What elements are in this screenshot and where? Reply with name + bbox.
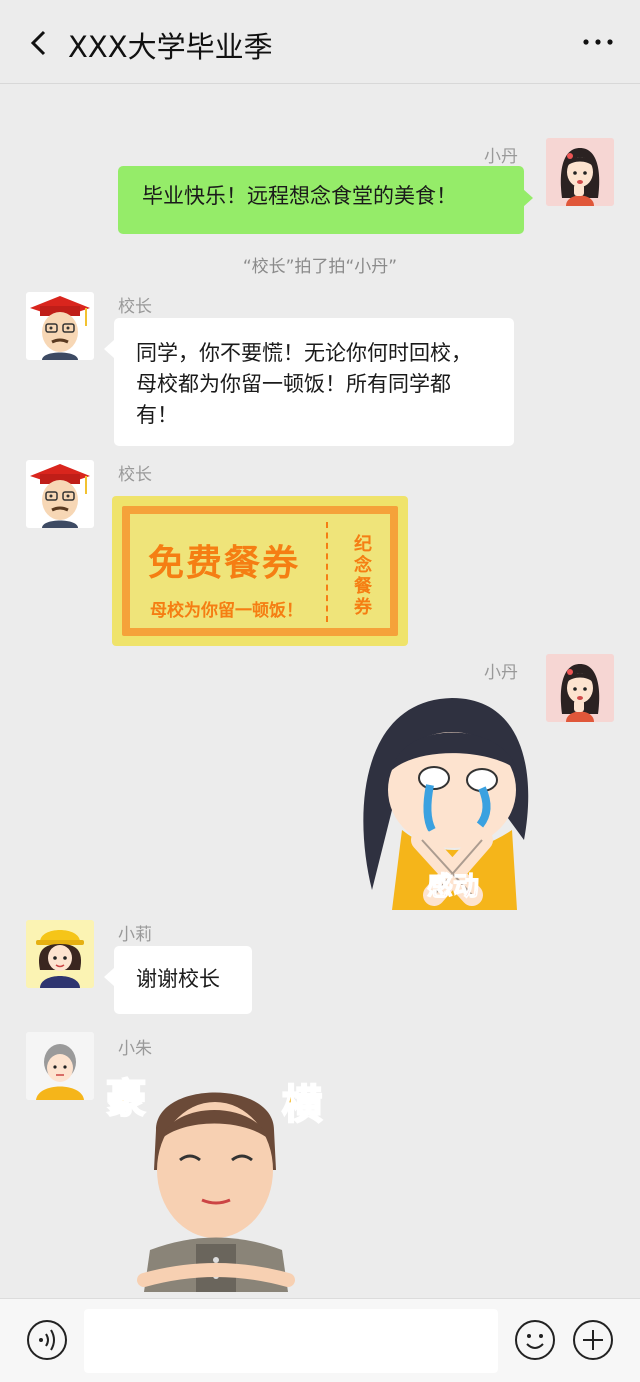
chevron-left-icon[interactable] — [26, 28, 54, 58]
sender-name: 校长 — [118, 465, 152, 485]
avatar-xiaodan[interactable] — [546, 654, 614, 722]
voice-icon[interactable] — [26, 1319, 68, 1361]
coupon-side-char: 纪 — [354, 534, 372, 555]
message-bubble-mine[interactable]: 毕业快乐！远程想念食堂的美食！ — [118, 166, 524, 234]
coupon-side-char: 念 — [354, 555, 372, 576]
message-line: 同学，你不要慌！无论你何时回校， — [136, 341, 472, 365]
girl-yellow-hat-avatar-icon — [26, 920, 94, 988]
coupon-face: 免费餐券 母校为你留一顿饭！ 纪 念 餐 券 — [130, 514, 390, 628]
boy-avatar-icon — [26, 1032, 94, 1100]
coupon-side-label: 纪 念 餐 券 — [352, 534, 374, 618]
principal-avatar-icon — [26, 460, 94, 528]
chat-header: XXX大学毕业季 — [0, 0, 640, 84]
message-input[interactable] — [84, 1309, 498, 1373]
message-bubble-other[interactable]: 谢谢校长 — [114, 946, 252, 1014]
avatar-xiaoli[interactable] — [26, 920, 94, 988]
avatar-principal[interactable] — [26, 292, 94, 360]
more-dots-icon[interactable] — [580, 30, 616, 54]
input-bar — [0, 1298, 640, 1382]
sticker-bold[interactable]: 豪 横 — [104, 1060, 334, 1292]
meal-coupon[interactable]: 免费餐券 母校为你留一顿饭！ 纪 念 餐 券 — [112, 496, 408, 646]
emoji-icon[interactable] — [514, 1319, 556, 1361]
avatar-principal[interactable] — [26, 460, 94, 528]
system-message: “校长”拍了拍“小丹” — [242, 257, 398, 277]
sticker-touched[interactable]: 感动 — [352, 690, 532, 910]
avatar-xiaozhu[interactable] — [26, 1032, 94, 1100]
crying-girl-icon: 感动 — [363, 698, 529, 910]
avatar-xiaodan[interactable] — [546, 138, 614, 206]
sticker-text: 感动 — [427, 872, 479, 902]
coupon-title: 免费餐券 — [148, 543, 301, 584]
message-bubble-other[interactable]: 同学，你不要慌！无论你何时回校， 母校都为你留一顿饭！所有同学都 有！ — [114, 318, 514, 446]
coupon-side-char: 餐 — [354, 576, 372, 597]
sender-name: 小丹 — [484, 663, 518, 683]
message-line: 母校都为你留一顿饭！所有同学都 — [136, 372, 451, 396]
sticker-text: 豪 — [106, 1076, 146, 1122]
bubble-tail — [523, 189, 533, 207]
coupon-subtitle: 母校为你留一顿饭！ — [150, 601, 303, 621]
plus-icon[interactable] — [572, 1319, 614, 1361]
proud-boy-icon: 豪 横 — [105, 1075, 323, 1292]
sender-name: 校长 — [118, 297, 152, 317]
principal-avatar-icon — [26, 292, 94, 360]
girl-avatar-icon — [546, 138, 614, 206]
sender-name: 小莉 — [118, 925, 152, 945]
message-line: 有！ — [136, 403, 178, 427]
coupon-divider — [326, 522, 328, 622]
coupon-side-char: 券 — [354, 597, 372, 618]
sticker-text: 横 — [282, 1082, 322, 1128]
chat-title: XXX大学毕业季 — [68, 30, 273, 64]
girl-avatar-icon — [546, 654, 614, 722]
bubble-tail — [104, 340, 114, 358]
bubble-tail — [104, 968, 114, 986]
sender-name: 小朱 — [118, 1039, 152, 1059]
coupon-border: 免费餐券 母校为你留一顿饭！ 纪 念 餐 券 — [122, 506, 398, 636]
sender-name: 小丹 — [484, 147, 518, 167]
